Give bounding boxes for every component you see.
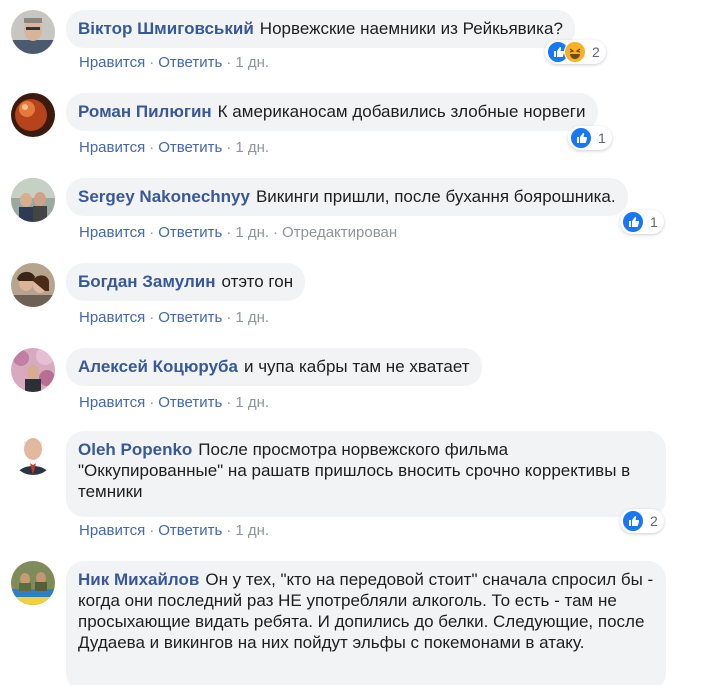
reaction-count: 1: [650, 214, 658, 230]
author-name[interactable]: Ник Михайлов: [78, 570, 199, 589]
timestamp[interactable]: 1 дн.: [235, 309, 269, 326]
like-link[interactable]: Нравится: [79, 522, 145, 539]
comment-feed: Віктор Шмиговський Норвежские наемники из…: [0, 0, 715, 685]
reply-link[interactable]: Ответить: [158, 309, 222, 326]
avatar[interactable]: [11, 348, 55, 392]
reaction-count: 2: [592, 44, 600, 60]
reply-link[interactable]: Ответить: [158, 522, 222, 539]
comment-actions: Нравится · Ответить · 1 дн.: [79, 139, 270, 156]
reaction-count: 1: [598, 130, 606, 146]
comment-actions: Нравится · Ответить · 1 дн.: [79, 309, 270, 326]
timestamp[interactable]: 1 дн.: [235, 139, 269, 156]
comment-text: К американосам добавились злобные норвег…: [217, 102, 586, 121]
comment-text: Норвежские наемники из Рейкьявика?: [259, 19, 563, 38]
author-name[interactable]: Sergey Nakonechnyy: [78, 187, 250, 206]
author-name[interactable]: Богдан Замулин: [78, 272, 215, 291]
reactions-badge[interactable]: 1: [620, 210, 664, 234]
avatar[interactable]: [11, 561, 55, 605]
comment-bubble: Ник Михайлов Он у тех, "кто на передовой …: [66, 561, 666, 685]
like-icon: [570, 127, 592, 149]
reply-link[interactable]: Ответить: [158, 224, 222, 241]
comment-text: и чупа кабры там не хватает: [243, 357, 470, 376]
author-name[interactable]: Роман Пилюгин: [78, 102, 212, 121]
comment-text: Викинги пришли, после бухання боярошника…: [255, 187, 616, 206]
comment-bubble: Sergey Nakonechnyy Викинги пришли, после …: [66, 178, 628, 216]
comment-actions: Нравится · Ответить · 1 дн. · Отредактирован: [79, 224, 398, 241]
comment-bubble: Роман Пилюгин К американосам добавились з…: [66, 93, 598, 131]
edited-label[interactable]: Отредактирован: [282, 224, 397, 241]
timestamp[interactable]: 1 дн.: [235, 394, 269, 411]
comment-bubble: Віктор Шмиговський Норвежские наемники из…: [66, 10, 575, 48]
avatar[interactable]: [11, 263, 55, 307]
avatar[interactable]: [11, 93, 55, 137]
timestamp[interactable]: 1 дн.: [235, 522, 269, 539]
reply-link[interactable]: Ответить: [158, 54, 222, 71]
avatar[interactable]: [11, 178, 55, 222]
comment-bubble: Алексей Коцюруба и чупа кабры там не хват…: [66, 348, 482, 386]
like-icon: [622, 510, 644, 532]
comment-bubble: Oleh Popenko После просмотра норвежского …: [66, 431, 666, 517]
comment-actions: Нравится · Ответить · 1 дн.: [79, 54, 270, 71]
timestamp[interactable]: 1 дн.: [235, 224, 269, 241]
author-name[interactable]: Oleh Popenko: [78, 440, 192, 459]
like-icon: [622, 211, 644, 233]
comment-text: отэто гон: [221, 272, 294, 291]
reactions-badge[interactable]: 2: [620, 509, 664, 533]
like-link[interactable]: Нравится: [79, 394, 145, 411]
comment-actions: Нравится · Ответить · 1 дн.: [79, 394, 270, 411]
haha-icon: [564, 41, 586, 63]
avatar[interactable]: [11, 10, 55, 54]
comment-bubble: Богдан Замулин отэто гон: [66, 263, 306, 301]
like-link[interactable]: Нравится: [79, 309, 145, 326]
like-link[interactable]: Нравится: [79, 54, 145, 71]
reaction-count: 2: [650, 513, 658, 529]
reactions-badge[interactable]: 2: [545, 40, 606, 64]
like-link[interactable]: Нравится: [79, 139, 145, 156]
author-name[interactable]: Віктор Шмиговський: [78, 19, 254, 38]
reply-link[interactable]: Ответить: [158, 139, 222, 156]
like-link[interactable]: Нравится: [79, 224, 145, 241]
timestamp[interactable]: 1 дн.: [235, 54, 269, 71]
author-name[interactable]: Алексей Коцюруба: [78, 357, 238, 376]
reply-link[interactable]: Ответить: [158, 394, 222, 411]
avatar[interactable]: [11, 431, 55, 475]
comment-actions: Нравится · Ответить · 1 дн.: [79, 522, 270, 539]
reactions-badge[interactable]: 1: [568, 126, 612, 150]
